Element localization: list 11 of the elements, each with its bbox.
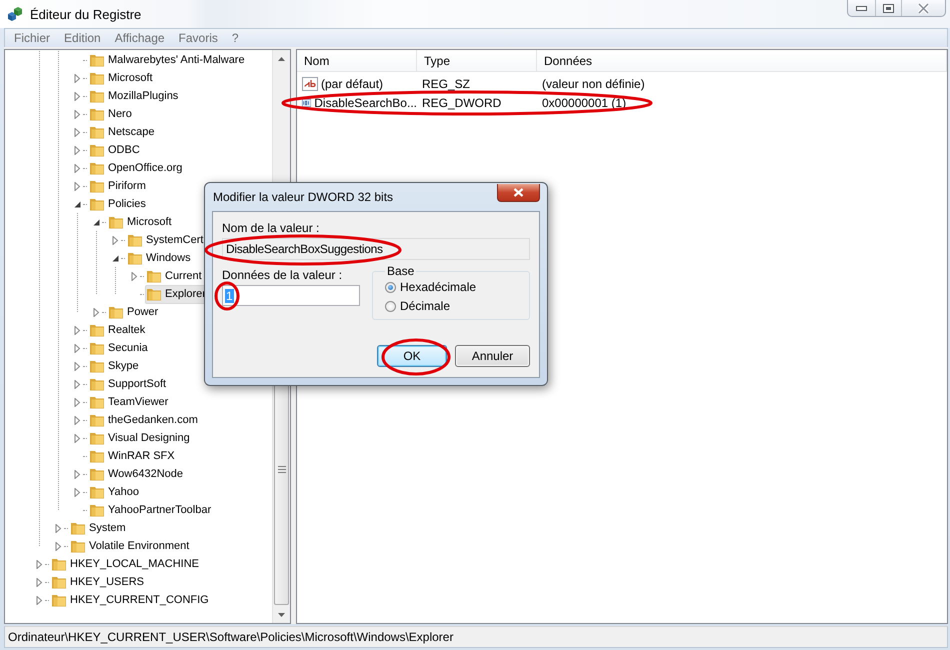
value-type: REG_SZ [421,76,472,90]
value-data-label: Données de la valeur : [222,268,344,282]
base-group-title: Base [386,264,416,278]
value-name: DisableSearchBo... [314,96,417,110]
value-name-label: Nom de la valeur : [222,221,320,235]
dialog-title: Modifier la valeur DWORD 32 bits [213,190,394,204]
status-bar-path: Ordinateur\HKEY_CURRENT_USER\Software\Policies\Microsoft\Windows\Explorer [8,630,454,644]
window-title: Éditeur du Registre [30,6,142,22]
value-type: REG_DWORD [421,96,502,110]
value-name: (par défaut) [321,76,384,90]
value-data: (valeur non définie) [541,76,646,90]
